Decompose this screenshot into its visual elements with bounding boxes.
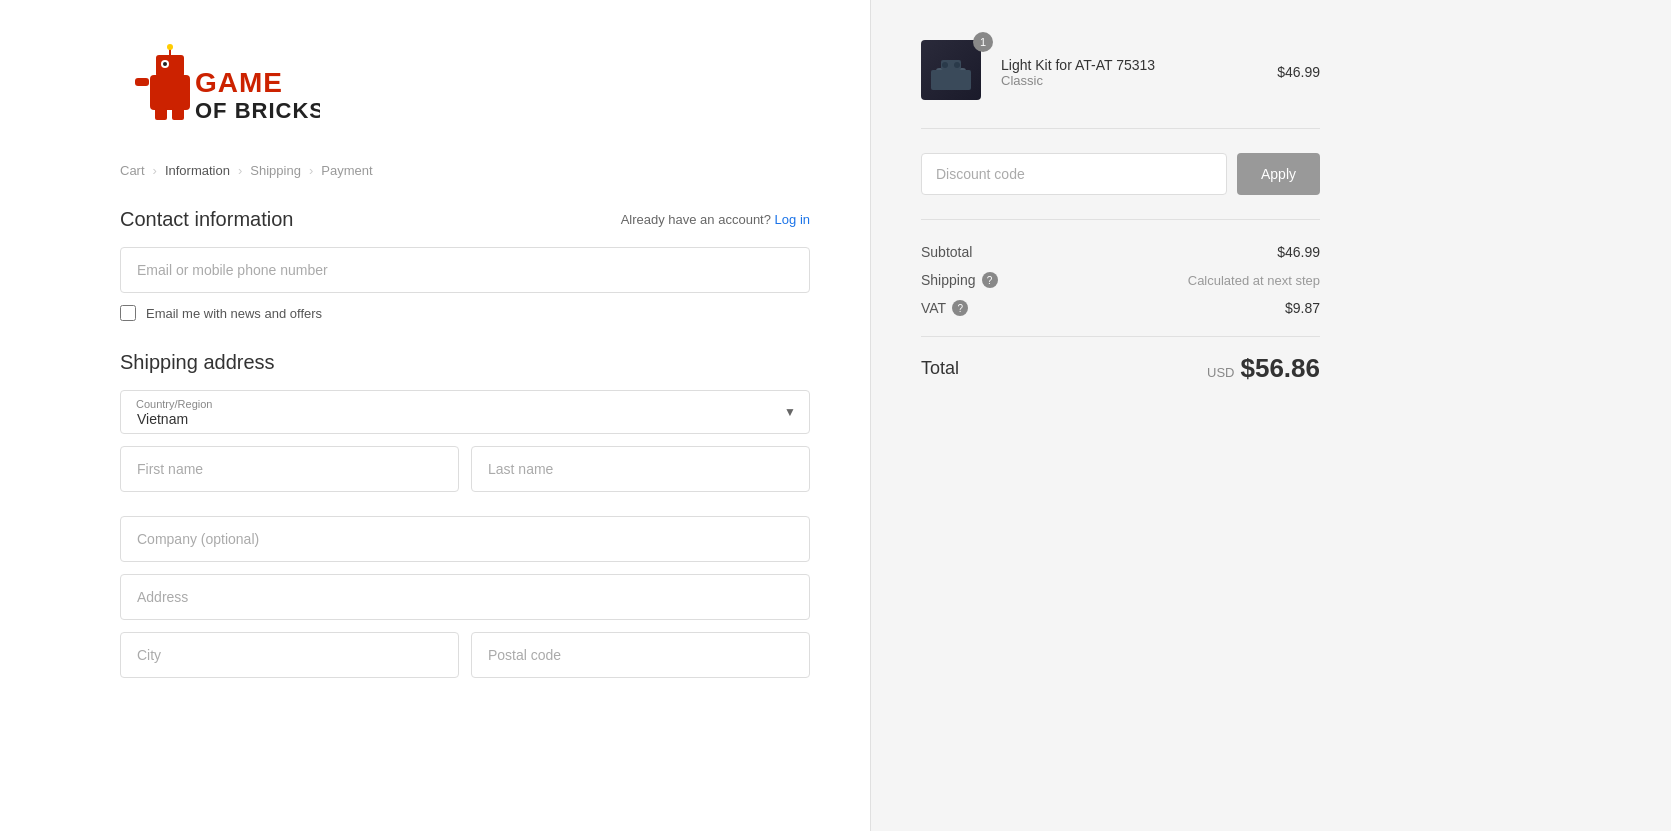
first-name-input[interactable] [120, 446, 459, 492]
email-field-wrapper [120, 247, 810, 293]
total-divider [921, 336, 1320, 337]
subtotal-value: $46.99 [1277, 244, 1320, 260]
svg-point-13 [942, 62, 948, 68]
shipping-value: Calculated at next step [1188, 273, 1320, 288]
vat-label: VAT ? [921, 300, 968, 316]
svg-point-5 [167, 44, 173, 50]
product-row: 1 Light Kit for AT-AT 75313 Classic $46.… [921, 40, 1320, 129]
login-prompt: Already have an account? Log in [621, 212, 810, 227]
svg-rect-15 [939, 80, 944, 88]
page-layout: GAME OF BRICKS Cart › Information › Ship… [0, 0, 1671, 831]
subtotal-label: Subtotal [921, 244, 972, 260]
breadcrumb-sep-2: › [238, 163, 242, 178]
order-summary: Subtotal $46.99 Shipping ? Calculated at… [921, 244, 1320, 316]
product-image [921, 40, 981, 100]
logo-image: GAME OF BRICKS [120, 40, 320, 130]
svg-rect-11 [936, 68, 966, 80]
last-name-input[interactable] [471, 446, 810, 492]
breadcrumb-sep-3: › [309, 163, 313, 178]
contact-section-header: Contact information Already have an acco… [120, 208, 810, 231]
product-price: $46.99 [1277, 64, 1320, 80]
shipping-section: Shipping address Country/Region Vietnam … [120, 351, 810, 690]
vat-help-icon[interactable]: ? [952, 300, 968, 316]
breadcrumb-information: Information [165, 163, 230, 178]
newsletter-checkbox[interactable] [120, 305, 136, 321]
svg-rect-8 [172, 108, 184, 120]
svg-text:OF BRICKS: OF BRICKS [195, 98, 320, 123]
newsletter-label[interactable]: Email me with news and offers [146, 306, 322, 321]
logo-area: GAME OF BRICKS [120, 40, 810, 133]
breadcrumb-sep-1: › [153, 163, 157, 178]
total-currency: USD [1207, 365, 1234, 380]
apply-button[interactable]: Apply [1237, 153, 1320, 195]
shipping-line: Shipping ? Calculated at next step [921, 272, 1320, 288]
newsletter-row: Email me with news and offers [120, 305, 810, 321]
breadcrumb-cart[interactable]: Cart [120, 163, 145, 178]
company-wrapper [120, 516, 810, 562]
discount-row: Apply [921, 153, 1320, 220]
breadcrumb-payment[interactable]: Payment [321, 163, 372, 178]
total-label: Total [921, 358, 959, 379]
product-image-wrapper: 1 [921, 40, 985, 104]
shipping-label: Shipping ? [921, 272, 998, 288]
postal-wrapper [471, 632, 810, 678]
shipping-help-icon[interactable]: ? [982, 272, 998, 288]
vat-line: VAT ? $9.87 [921, 300, 1320, 316]
first-name-wrapper [120, 446, 459, 492]
last-name-wrapper [471, 446, 810, 492]
company-input[interactable] [120, 516, 810, 562]
city-postal-row [120, 632, 810, 690]
country-select[interactable]: Vietnam [120, 390, 810, 434]
left-panel: GAME OF BRICKS Cart › Information › Ship… [0, 0, 870, 831]
total-amount: $56.86 [1240, 353, 1320, 384]
city-wrapper [120, 632, 459, 678]
svg-text:GAME: GAME [195, 67, 283, 98]
breadcrumb: Cart › Information › Shipping › Payment [120, 163, 810, 178]
svg-rect-7 [155, 108, 167, 120]
discount-input[interactable] [921, 153, 1227, 195]
breadcrumb-shipping[interactable]: Shipping [250, 163, 301, 178]
city-input[interactable] [120, 632, 459, 678]
contact-title: Contact information [120, 208, 293, 231]
postal-input[interactable] [471, 632, 810, 678]
name-row [120, 446, 810, 504]
subtotal-line: Subtotal $46.99 [921, 244, 1320, 260]
product-quantity-badge: 1 [973, 32, 993, 52]
svg-rect-1 [156, 55, 184, 77]
svg-rect-6 [135, 78, 149, 86]
svg-point-14 [954, 62, 960, 68]
address-input[interactable] [120, 574, 810, 620]
login-link[interactable]: Log in [775, 212, 810, 227]
svg-rect-16 [958, 80, 963, 88]
product-info: Light Kit for AT-AT 75313 Classic [1001, 57, 1261, 88]
atat-icon [931, 50, 971, 90]
right-panel: 1 Light Kit for AT-AT 75313 Classic $46.… [870, 0, 1370, 831]
svg-point-3 [163, 62, 167, 66]
shipping-title: Shipping address [120, 351, 810, 374]
total-value-wrap: USD $56.86 [1207, 353, 1320, 384]
vat-value: $9.87 [1285, 300, 1320, 316]
product-name: Light Kit for AT-AT 75313 [1001, 57, 1261, 73]
total-line: Total USD $56.86 [921, 353, 1320, 384]
email-input[interactable] [120, 247, 810, 293]
product-variant: Classic [1001, 73, 1261, 88]
country-select-wrapper: Country/Region Vietnam ▼ [120, 390, 810, 434]
address-wrapper [120, 574, 810, 620]
svg-rect-0 [150, 75, 190, 110]
